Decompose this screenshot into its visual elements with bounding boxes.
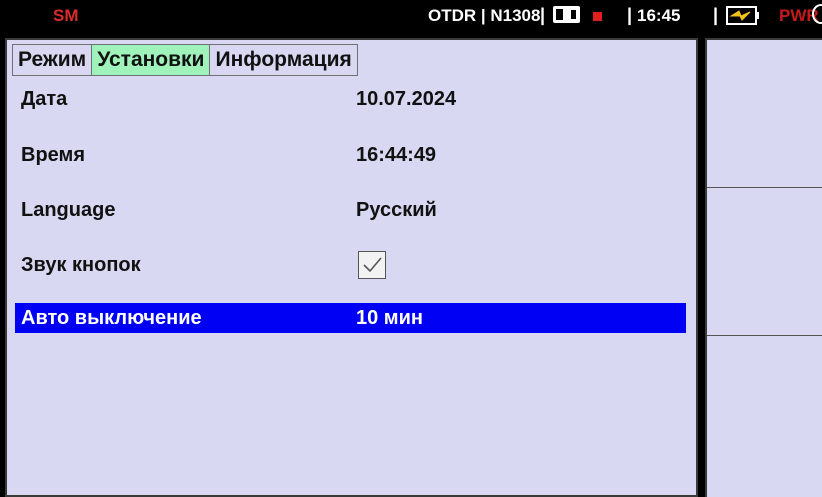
auto-off-row[interactable]: Авто выключение 10 мин	[15, 303, 686, 333]
date-value[interactable]: 10.07.2024	[356, 88, 456, 111]
settings-panel: Режим Установки Информация Дата 10.07.20…	[5, 38, 698, 497]
status-separator: |	[540, 5, 546, 25]
language-row[interactable]: Language Русский	[15, 195, 686, 225]
device-model: OTDR | N1308	[428, 6, 541, 25]
status-bar: SM OTDR | N1308 | | 16:45 | PWR	[0, 0, 822, 32]
date-label: Дата	[21, 88, 68, 110]
time-value[interactable]: 16:44:49	[356, 144, 436, 167]
auto-off-value[interactable]: 10 мин	[356, 307, 423, 330]
status-separator: |	[713, 5, 719, 25]
checkmark-icon	[363, 257, 382, 273]
softkey-2[interactable]	[707, 188, 822, 336]
date-row[interactable]: Дата 10.07.2024	[15, 84, 686, 114]
language-label: Language	[21, 199, 116, 221]
tab-information[interactable]: Информация	[210, 45, 356, 75]
time-row[interactable]: Время 16:44:49	[15, 140, 686, 170]
softkey-panel	[705, 38, 822, 497]
tab-mode[interactable]: Режим	[13, 45, 93, 75]
tab-settings[interactable]: Установки	[92, 45, 211, 75]
softkey-3[interactable]	[707, 336, 822, 484]
key-sound-row[interactable]: Звук кнопок	[15, 250, 686, 280]
auto-off-label: Авто выключение	[21, 307, 202, 329]
status-separator: |	[627, 5, 633, 25]
time-label: Время	[21, 144, 85, 166]
tab-bar: Режим Установки Информация	[12, 44, 358, 76]
clock: 16:45	[637, 6, 681, 25]
key-sound-checkbox[interactable]	[358, 251, 386, 279]
measurement-mode: SM	[53, 6, 79, 25]
key-sound-label: Звук кнопок	[21, 254, 141, 276]
language-value[interactable]: Русский	[356, 199, 437, 222]
battery-charging-icon	[726, 6, 759, 25]
softkey-1[interactable]	[707, 40, 822, 188]
sd-card-icon	[553, 6, 580, 23]
record-indicator-icon	[593, 12, 602, 21]
